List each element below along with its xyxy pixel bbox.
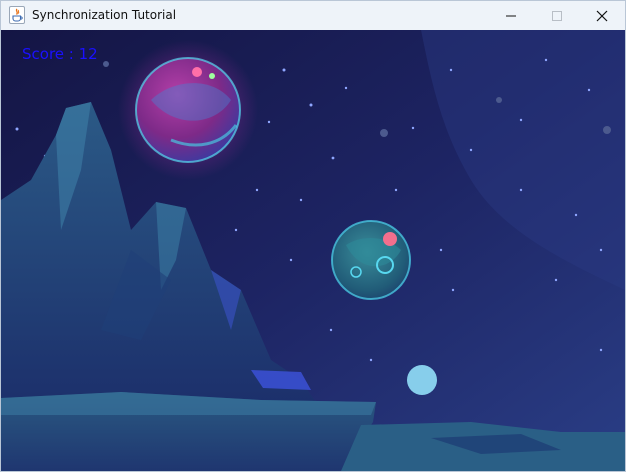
teal-planet	[331, 220, 411, 300]
window-title: Synchronization Tutorial	[32, 8, 177, 22]
minimize-icon	[506, 15, 516, 16]
title-bar[interactable]: Synchronization Tutorial	[1, 1, 625, 30]
maximize-icon	[552, 10, 562, 21]
close-icon	[596, 10, 608, 21]
score-label: Score : 12	[22, 45, 98, 63]
game-canvas[interactable]	[1, 30, 625, 471]
java-app-icon	[9, 6, 25, 24]
minimize-button[interactable]	[488, 1, 534, 30]
magenta-planet	[118, 40, 258, 180]
close-button[interactable]	[579, 1, 625, 30]
player-ball[interactable]	[407, 365, 437, 395]
app-window: Synchronization Tutorial Score: 12	[0, 0, 626, 472]
maximize-button[interactable]	[534, 1, 580, 30]
